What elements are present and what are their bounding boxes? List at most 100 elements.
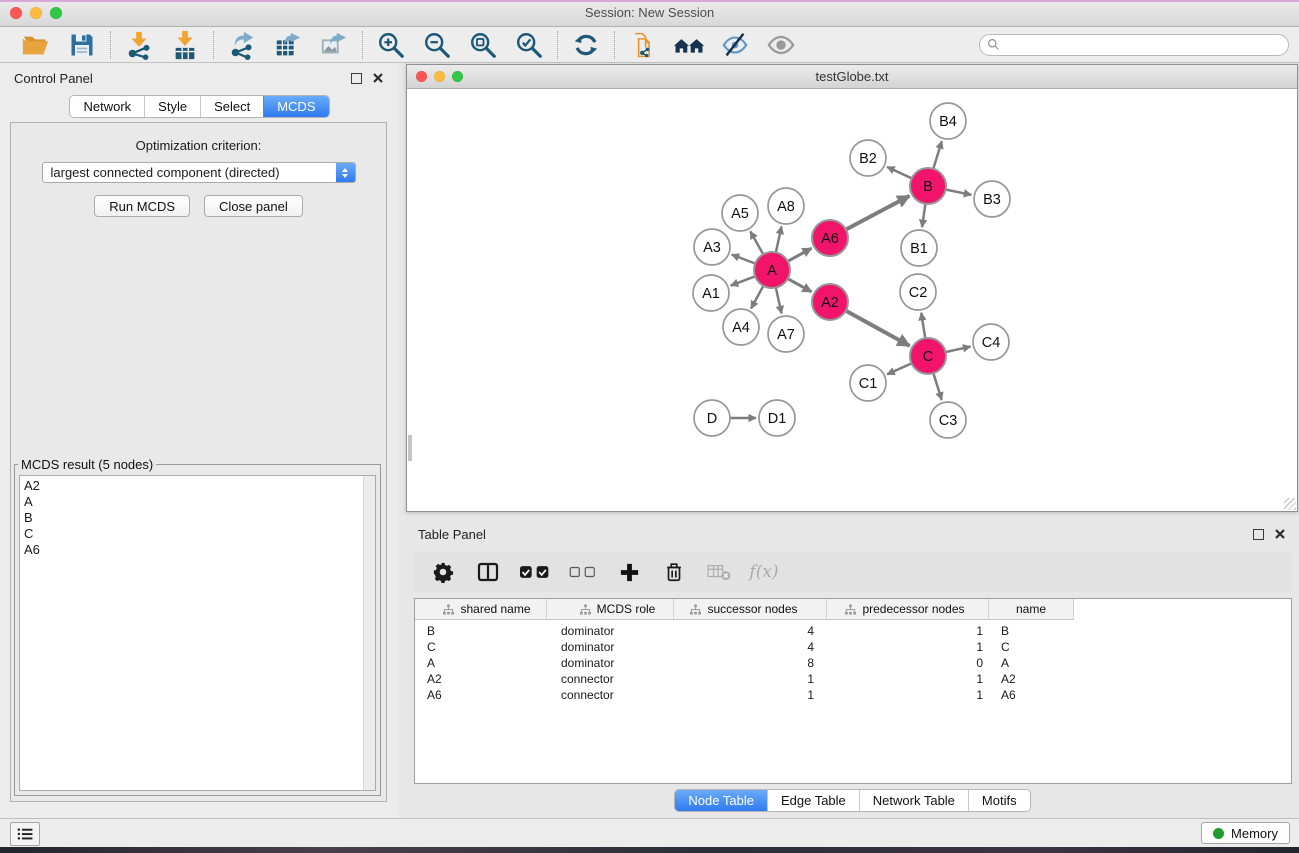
import-network-button[interactable] (120, 29, 158, 61)
graph-node-A[interactable]: A (754, 252, 790, 288)
zoom-out-button[interactable] (418, 29, 456, 61)
table-toolbar: f(x) (414, 552, 1292, 592)
show-all-button[interactable] (762, 29, 800, 61)
svg-text:B4: B4 (939, 114, 957, 130)
delete-column-button[interactable] (659, 556, 689, 588)
import-table-button[interactable] (166, 29, 204, 61)
home-layout-button[interactable] (670, 29, 708, 61)
zoom-fit-button[interactable] (464, 29, 502, 61)
network-close-button[interactable] (416, 71, 427, 82)
close-panel-icon[interactable] (373, 73, 383, 83)
tab-network[interactable]: Network (70, 96, 144, 117)
refresh-icon (571, 30, 601, 60)
minimize-window-button[interactable] (30, 7, 42, 19)
network-graph[interactable]: B4 B2 B B3 A8 A5 A6 A3 B1 A A1 C2 A2 A4A7 C4 C C1 C3 D D1 (407, 89, 1297, 512)
graph-node-C4[interactable]: C4 (973, 324, 1009, 360)
zoom-selected-button[interactable] (510, 29, 548, 61)
table-row[interactable]: A2connector11A2 (415, 671, 1291, 687)
graph-node-B1[interactable]: B1 (901, 230, 937, 266)
tab-select[interactable]: Select (200, 96, 263, 117)
refresh-button[interactable] (567, 29, 605, 61)
optimization-criterion-select[interactable]: largest connected component (directed) (42, 162, 356, 183)
search-input[interactable] (1004, 37, 1281, 53)
table-row[interactable]: Bdominator41B (415, 623, 1291, 639)
graph-node-A8[interactable]: A8 (768, 188, 804, 224)
graph-node-B[interactable]: B (910, 168, 946, 204)
show-panels-button[interactable] (10, 822, 40, 846)
graph-node-B3[interactable]: B3 (974, 181, 1010, 217)
network-window-titlebar[interactable]: testGlobe.txt (407, 65, 1297, 89)
column-header-predecessor-nodes[interactable]: predecessor nodes (827, 599, 989, 620)
table-row[interactable]: A6connector11A6 (415, 687, 1291, 703)
column-header-successor-nodes[interactable]: successor nodes (674, 599, 827, 620)
close-panel-button[interactable]: Close panel (204, 195, 303, 217)
graph-node-D1[interactable]: D1 (759, 400, 795, 436)
graph-node-D[interactable]: D (694, 400, 730, 436)
zoom-fit-icon (468, 30, 498, 60)
delete-table-button (704, 556, 734, 588)
graph-node-A7[interactable]: A7 (768, 316, 804, 352)
create-column-button[interactable] (614, 556, 644, 588)
table-settings-button[interactable] (428, 556, 458, 588)
column-header-shared-name[interactable]: shared name (415, 599, 547, 620)
tab-mcds[interactable]: MCDS (263, 96, 328, 117)
list-item[interactable]: B (24, 510, 375, 526)
list-item[interactable]: A2 (24, 478, 375, 494)
graph-node-A2[interactable]: A2 (812, 284, 848, 320)
mcds-result-list[interactable]: A2 A B C A6 (19, 475, 376, 791)
table-row[interactable]: Cdominator41C (415, 639, 1291, 655)
graph-node-C[interactable]: C (910, 338, 946, 374)
resize-grip-icon[interactable] (1284, 498, 1296, 510)
graph-node-C3[interactable]: C3 (930, 402, 966, 438)
canvas-vscroll-thumb[interactable] (408, 435, 412, 461)
search-box[interactable] (979, 34, 1289, 56)
hide-selected-button[interactable] (716, 29, 754, 61)
deselect-all-columns-button[interactable] (567, 556, 599, 588)
memory-status-icon (1213, 828, 1224, 839)
export-table-button[interactable] (269, 29, 307, 61)
list-item[interactable]: A6 (24, 542, 375, 558)
network-canvas[interactable]: B4 B2 B B3 A8 A5 A6 A3 B1 A A1 C2 A2 A4A7 C4 C C1 C3 D D1 (407, 89, 1297, 511)
tab-network-table[interactable]: Network Table (859, 790, 968, 811)
split-table-button[interactable] (473, 556, 503, 588)
search-icon (987, 38, 1000, 51)
close-panel-icon[interactable] (1275, 529, 1285, 539)
run-mcds-button[interactable]: Run MCDS (94, 195, 190, 217)
network-minimize-button[interactable] (434, 71, 445, 82)
svg-text:C3: C3 (939, 413, 958, 429)
graph-node-A3[interactable]: A3 (694, 229, 730, 265)
select-all-columns-button[interactable] (518, 556, 552, 588)
export-image-button[interactable] (315, 29, 353, 61)
save-session-button[interactable] (63, 29, 101, 61)
graph-node-A4[interactable]: A4 (723, 309, 759, 345)
float-panel-icon[interactable] (1253, 529, 1264, 540)
svg-text:B: B (923, 179, 933, 195)
graph-node-A5[interactable]: A5 (722, 195, 758, 231)
column-header-mcds-role[interactable]: MCDS role (547, 599, 674, 620)
graph-node-B2[interactable]: B2 (850, 140, 886, 176)
export-network-button[interactable] (223, 29, 261, 61)
graph-node-B4[interactable]: B4 (930, 103, 966, 139)
tab-edge-table[interactable]: Edge Table (767, 790, 859, 811)
tab-motifs[interactable]: Motifs (968, 790, 1030, 811)
zoom-in-button[interactable] (372, 29, 410, 61)
graph-node-C2[interactable]: C2 (900, 274, 936, 310)
open-session-button[interactable] (17, 29, 55, 61)
zoom-window-button[interactable] (50, 7, 62, 19)
memory-button[interactable]: Memory (1201, 822, 1290, 844)
list-item[interactable]: A (24, 494, 375, 510)
clone-network-icon (629, 31, 657, 59)
table-row[interactable]: Adominator80A (415, 655, 1291, 671)
list-item[interactable]: C (24, 526, 375, 542)
graph-node-A6[interactable]: A6 (812, 220, 848, 256)
column-header-name[interactable]: name (989, 599, 1074, 620)
graph-node-C1[interactable]: C1 (850, 365, 886, 401)
close-window-button[interactable] (10, 7, 22, 19)
scrollbar-track[interactable] (363, 476, 375, 790)
graph-node-A1[interactable]: A1 (693, 275, 729, 311)
clone-network-button[interactable] (624, 29, 662, 61)
tab-node-table[interactable]: Node Table (675, 790, 767, 811)
network-zoom-button[interactable] (452, 71, 463, 82)
float-panel-icon[interactable] (351, 73, 362, 84)
tab-style[interactable]: Style (144, 96, 200, 117)
